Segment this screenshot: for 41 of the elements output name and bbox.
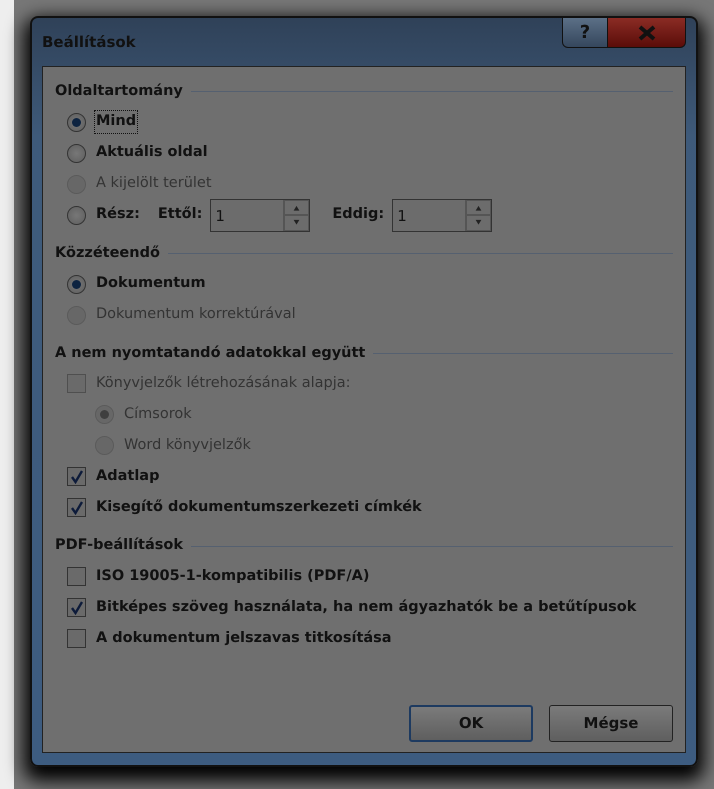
dialog-button[interactable]: OK [409, 705, 533, 742]
radio-button[interactable] [67, 274, 86, 294]
option-label: Rész: [95, 205, 141, 224]
window-title: Beállítások [42, 32, 136, 53]
section-heading: PDF-beállítások [55, 536, 184, 556]
option-label: Könyvjelzők létrehozásának alapja: [95, 374, 352, 393]
radio-button[interactable] [67, 144, 86, 163]
close-icon [636, 24, 656, 40]
option-label: ISO 19005-1-kompatibilis (PDF/A) [95, 566, 370, 586]
checkbox[interactable] [67, 498, 86, 518]
option-label: A dokumentum jelszavas titkosítása [95, 628, 393, 648]
radio-button[interactable] [67, 206, 86, 225]
to-label: Eddig: [332, 205, 384, 224]
option-label: Címsorok [123, 404, 193, 424]
section-heading: Közzéteendő [55, 244, 160, 263]
option-label: Kisegítő dokumentumszerkezeti címkék [95, 498, 423, 517]
spin-down-icon[interactable] [466, 215, 492, 231]
dialog-button[interactable]: Mégse [549, 705, 673, 742]
option-label: Dokumentum [95, 274, 207, 294]
number-spinner[interactable]: 1 [210, 198, 310, 232]
checkbox[interactable] [67, 467, 86, 486]
from-label: Ettől: [158, 205, 202, 224]
checkbox[interactable] [67, 567, 86, 586]
spin-down-icon[interactable] [284, 215, 310, 231]
radio-button[interactable] [67, 112, 86, 132]
section-heading: A nem nyomtatandó adatokkal együtt [55, 344, 366, 362]
checkbox[interactable] [67, 629, 86, 648]
close-button[interactable] [608, 18, 686, 48]
help-button[interactable]: ? [562, 18, 608, 48]
option-label: Adatlap [95, 466, 160, 486]
option-label: Aktuális oldal [95, 143, 209, 162]
section-heading: Oldaltartomány [55, 82, 183, 101]
option-label: Dokumentum korrektúrával [95, 305, 297, 324]
option-label: Mind [94, 110, 138, 134]
option-label: Word könyvjelzők [123, 436, 252, 455]
option-label: A kijelölt terület [95, 174, 213, 194]
checkbox[interactable] [67, 598, 86, 617]
spin-up-icon[interactable] [284, 200, 310, 216]
spin-up-icon[interactable] [466, 200, 492, 216]
number-spinner[interactable]: 1 [392, 198, 492, 232]
option-label: Bitképes szöveg használata, ha nem ágyazhatók be a betűtípusok [95, 598, 638, 617]
